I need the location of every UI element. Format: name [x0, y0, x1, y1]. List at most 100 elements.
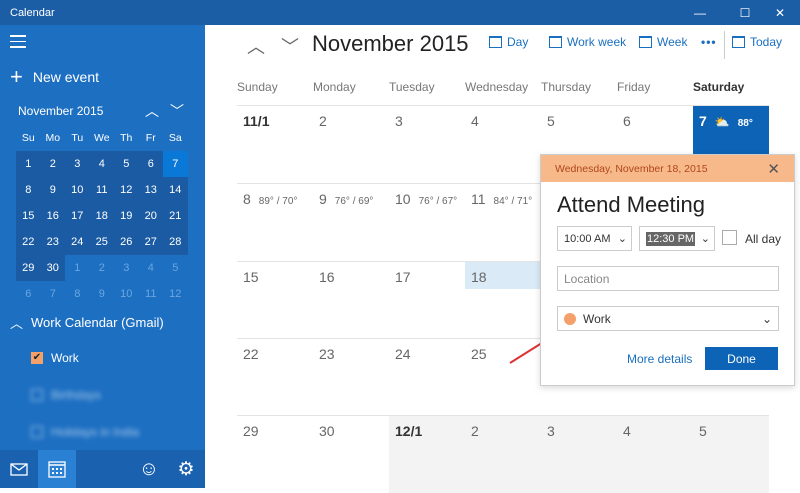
work-week-view-button[interactable]: Work week	[549, 35, 626, 49]
mini-day[interactable]: 12	[163, 281, 188, 307]
day-cell[interactable]: 15	[237, 261, 313, 338]
day-cell[interactable]: 23	[313, 338, 389, 415]
day-cell[interactable]: 30	[313, 415, 389, 493]
calendar-icon[interactable]	[38, 450, 76, 488]
location-input[interactable]: Location	[557, 266, 779, 291]
mini-next-month-icon[interactable]: ﹀	[170, 101, 184, 121]
settings-gear-icon[interactable]: ⚙	[167, 450, 205, 488]
mini-day[interactable]: 15	[16, 203, 41, 229]
mini-day[interactable]: 8	[16, 177, 41, 203]
mini-day[interactable]: 28	[163, 229, 188, 255]
day-cell[interactable]: 2	[313, 105, 389, 183]
mini-day[interactable]: 10	[65, 177, 90, 203]
mini-day[interactable]: 19	[114, 203, 139, 229]
mini-day[interactable]: 11	[139, 281, 164, 307]
more-details-link[interactable]: More details	[627, 352, 692, 366]
mini-day[interactable]: 23	[40, 229, 65, 255]
day-cell[interactable]: 9 76° / 69°	[313, 183, 389, 261]
mini-day[interactable]: 18	[89, 203, 114, 229]
day-view-button[interactable]: Day	[489, 35, 528, 49]
mini-prev-month-icon[interactable]: ︿	[145, 101, 159, 121]
mini-day[interactable]: 6	[138, 151, 163, 177]
mini-day[interactable]: 3	[65, 151, 90, 177]
label: Day	[507, 35, 529, 49]
checkbox-icon[interactable]	[31, 389, 43, 401]
close-window-button[interactable]: ✕	[760, 0, 800, 25]
day-cell[interactable]: 16	[313, 261, 389, 338]
mini-day[interactable]: 3	[114, 255, 139, 281]
mini-day[interactable]: 6	[16, 281, 41, 307]
checkbox-checked-icon[interactable]: ✔	[31, 352, 43, 364]
calendar-select[interactable]: Work ⌄	[557, 306, 779, 331]
mini-day[interactable]: 30	[40, 255, 65, 281]
day-cell[interactable]: 22	[237, 338, 313, 415]
prev-month-icon[interactable]: ︿	[247, 33, 265, 59]
done-button[interactable]: Done	[705, 347, 778, 370]
all-day-checkbox[interactable]	[722, 230, 737, 245]
mini-day[interactable]: 4	[89, 151, 114, 177]
mini-day[interactable]: 9	[40, 177, 65, 203]
mini-day[interactable]: 5	[114, 151, 139, 177]
new-event-button[interactable]: + New event	[10, 66, 99, 88]
mini-day[interactable]: 4	[139, 255, 164, 281]
minimize-button[interactable]: —	[680, 0, 720, 25]
day-cell[interactable]: 11/1	[237, 105, 313, 183]
mini-day[interactable]: 20	[138, 203, 163, 229]
day-cell[interactable]: 18	[465, 261, 541, 338]
event-title-input[interactable]: Attend Meeting	[557, 192, 705, 218]
mini-day[interactable]: 5	[163, 255, 188, 281]
mini-day[interactable]: 21	[163, 203, 188, 229]
week-view-button[interactable]: Week	[639, 35, 687, 49]
mini-day[interactable]: 10	[114, 281, 139, 307]
mini-day[interactable]: 29	[16, 255, 41, 281]
mini-day[interactable]: 26	[114, 229, 139, 255]
day-cell[interactable]: 3	[541, 415, 617, 493]
calendar-item-holidays[interactable]: Holidays in India	[31, 425, 139, 439]
mini-day[interactable]: 13	[138, 177, 163, 203]
feedback-smiley-icon[interactable]: ☺	[130, 450, 168, 488]
mini-day[interactable]: 24	[65, 229, 90, 255]
calendar-group-header[interactable]: ︿ Work Calendar (Gmail)	[10, 313, 164, 332]
mini-day[interactable]: 9	[90, 281, 115, 307]
day-cell[interactable]: 3	[389, 105, 465, 183]
day-cell[interactable]: 11 84° / 71°	[465, 183, 541, 261]
mini-day[interactable]: 11	[89, 177, 114, 203]
calendar-item-work[interactable]: ✔ Work	[31, 351, 79, 365]
mini-day[interactable]: 2	[40, 151, 65, 177]
maximize-button[interactable]: ☐	[725, 0, 765, 25]
mini-day[interactable]: 12	[114, 177, 139, 203]
mini-day[interactable]: 2	[90, 255, 115, 281]
mini-day[interactable]: 27	[138, 229, 163, 255]
calendar-item-birthdays[interactable]: Birthdays	[31, 388, 101, 402]
mini-day[interactable]: 8	[65, 281, 90, 307]
mini-day[interactable]: 1	[65, 255, 90, 281]
mini-day[interactable]: 14	[163, 177, 188, 203]
day-cell[interactable]: 8 89° / 70°	[237, 183, 313, 261]
mini-day[interactable]: 7	[41, 281, 66, 307]
day-cell[interactable]: 29	[237, 415, 313, 493]
more-button[interactable]: •••	[701, 35, 717, 49]
today-button[interactable]: Today	[732, 35, 782, 49]
mini-day[interactable]: 25	[89, 229, 114, 255]
mini-day[interactable]: 16	[40, 203, 65, 229]
day-cell[interactable]: 4	[617, 415, 693, 493]
day-cell[interactable]: 5	[693, 415, 769, 493]
checkbox-icon[interactable]	[31, 426, 43, 438]
mini-day[interactable]: 7	[163, 151, 188, 177]
day-cell[interactable]: 7 ⛅ 88°	[693, 105, 769, 157]
hamburger-menu-icon[interactable]	[10, 35, 26, 52]
mini-day[interactable]: 1	[16, 151, 41, 177]
close-popup-icon[interactable]: ✕	[767, 160, 780, 178]
mail-icon[interactable]	[0, 450, 38, 488]
mini-day[interactable]: 22	[16, 229, 41, 255]
mini-day[interactable]: 17	[65, 203, 90, 229]
start-time-select[interactable]: 10:00 AM ⌄	[557, 226, 632, 251]
end-time-select[interactable]: 12:30 PM ⌄	[639, 226, 715, 251]
day-cell[interactable]: 24	[389, 338, 465, 415]
day-cell[interactable]: 12/1	[389, 415, 465, 493]
day-cell[interactable]: 10 76° / 67°	[389, 183, 465, 261]
next-month-icon[interactable]: ﹀	[281, 33, 299, 59]
day-cell[interactable]: 4	[465, 105, 541, 183]
day-cell[interactable]: 17	[389, 261, 465, 338]
day-cell[interactable]: 2	[465, 415, 541, 493]
